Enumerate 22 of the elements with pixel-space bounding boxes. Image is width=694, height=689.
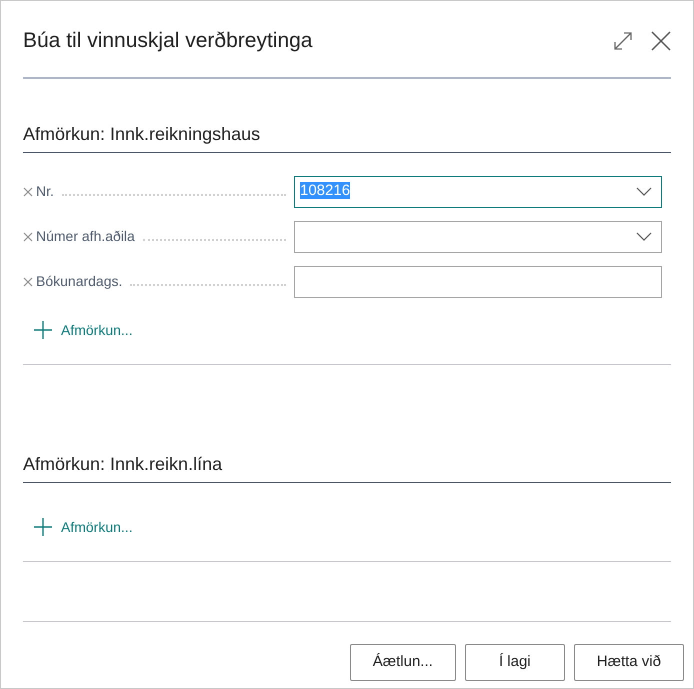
add-filter-button[interactable]: Afmörkun...	[33, 507, 133, 547]
expand-icon[interactable]	[613, 31, 633, 51]
chevron-down-icon	[636, 232, 652, 241]
chevron-down-icon	[636, 187, 652, 196]
field-label: Bókunardags.	[36, 272, 122, 291]
dropdown-field[interactable]	[294, 220, 662, 252]
field-label: Nr.	[36, 182, 54, 201]
remove-icon[interactable]	[23, 232, 33, 242]
plus-icon	[33, 320, 53, 340]
remove-icon[interactable]	[23, 276, 33, 286]
remove-icon[interactable]	[23, 186, 33, 196]
dialog-button[interactable]: Áætlun...	[350, 644, 456, 681]
section-heading: Afmörkun: Innk.reikn.lína	[23, 451, 671, 483]
add-filter-button[interactable]: Afmörkun...	[33, 310, 133, 350]
section-heading: Afmörkun: Innk.reikningshaus	[23, 121, 671, 153]
field-label: Númer afh.aðila	[36, 227, 135, 246]
dialog-button[interactable]: Hætta við	[574, 644, 684, 681]
input-field[interactable]	[294, 266, 662, 298]
close-icon[interactable]	[651, 31, 671, 51]
dialog-button[interactable]: Í lagi	[464, 644, 565, 681]
plus-icon	[33, 517, 53, 537]
dialog-title: Búa til vinnuskjal verðbreytinga	[23, 28, 314, 54]
